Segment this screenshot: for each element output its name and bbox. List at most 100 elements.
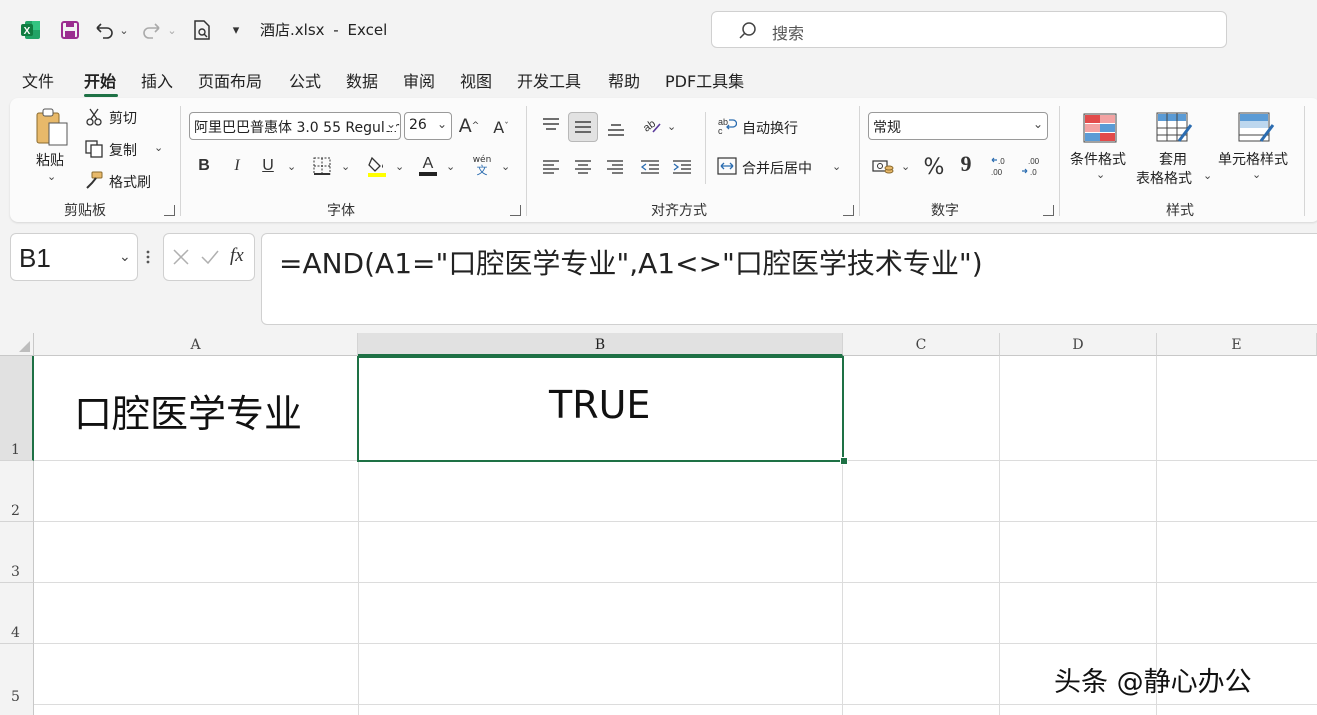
fill-color-icon[interactable] xyxy=(366,153,388,179)
font-name-select[interactable]: 阿里巴巴普惠体 3.0 55 Regular ⌄ xyxy=(189,112,401,140)
tab-pdf-tools[interactable]: PDF工具集 xyxy=(665,68,744,92)
column-header-c[interactable]: C xyxy=(843,333,1000,356)
align-right-icon[interactable] xyxy=(602,154,628,180)
font-dialog-launcher-icon[interactable] xyxy=(510,205,521,216)
merge-center-label[interactable]: 合并后居中 xyxy=(742,158,812,178)
select-all-button[interactable] xyxy=(0,333,34,356)
format-as-table-dropdown-icon[interactable]: ⌄ xyxy=(1203,169,1212,182)
column-header-e[interactable]: E xyxy=(1157,333,1317,356)
tab-formulas[interactable]: 公式 xyxy=(289,68,321,92)
phonetic-guide-icon[interactable]: wén 文 xyxy=(470,152,494,180)
align-center-icon[interactable] xyxy=(570,154,596,180)
undo-icon[interactable] xyxy=(92,16,116,44)
comma-style-button[interactable]: 9 xyxy=(955,150,977,178)
tab-review[interactable]: 审阅 xyxy=(403,68,435,92)
format-as-table-label-1[interactable]: 套用 xyxy=(1159,149,1187,169)
row-header-2[interactable]: 2 xyxy=(0,461,34,522)
formula-bar-grip-icon[interactable] xyxy=(146,248,150,266)
decrease-decimal-icon[interactable]: .00.0 xyxy=(1019,154,1047,180)
fill-handle[interactable] xyxy=(840,457,848,465)
copy-icon[interactable] xyxy=(84,139,104,159)
print-preview-icon[interactable] xyxy=(190,16,214,44)
fill-color-dropdown-icon[interactable]: ⌄ xyxy=(395,160,404,173)
cell-styles-label[interactable]: 单元格样式 xyxy=(1218,149,1288,169)
cell-a1[interactable]: 口腔医学专业 xyxy=(74,383,302,438)
copy-dropdown-icon[interactable]: ⌄ xyxy=(154,141,163,154)
cut-icon[interactable] xyxy=(84,107,104,127)
insert-function-icon[interactable]: fx xyxy=(230,245,244,267)
name-box-dropdown-icon[interactable]: ⌄ xyxy=(119,249,131,265)
orientation-dropdown-icon[interactable]: ⌄ xyxy=(667,120,676,133)
format-painter-icon[interactable] xyxy=(84,170,104,190)
paste-label[interactable]: 粘贴 xyxy=(36,150,64,170)
borders-icon[interactable] xyxy=(311,155,333,177)
formula-input[interactable]: =AND(A1="口腔医学专业",A1<>"口腔医学技术专业") xyxy=(261,233,1317,325)
align-bottom-icon[interactable] xyxy=(603,116,629,142)
tab-insert[interactable]: 插入 xyxy=(141,68,173,92)
column-header-d[interactable]: D xyxy=(1000,333,1157,356)
align-middle-icon[interactable] xyxy=(568,112,598,142)
font-size-select[interactable]: 26 ⌄ xyxy=(404,112,452,140)
phonetic-dropdown-icon[interactable]: ⌄ xyxy=(501,160,510,173)
number-dialog-launcher-icon[interactable] xyxy=(1043,205,1054,216)
undo-dropdown-icon[interactable]: ⌄ xyxy=(118,16,130,44)
name-box[interactable]: B1 ⌄ xyxy=(10,233,138,281)
cut-label[interactable]: 剪切 xyxy=(109,108,137,128)
copy-label[interactable]: 复制 xyxy=(109,140,137,160)
tab-data[interactable]: 数据 xyxy=(346,68,378,92)
confirm-entry-icon[interactable] xyxy=(200,248,220,270)
cell-styles-dropdown-icon[interactable]: ⌄ xyxy=(1252,168,1261,181)
font-color-icon[interactable]: A xyxy=(417,152,439,178)
shrink-font-icon[interactable]: Aˇ xyxy=(489,114,513,140)
italic-button[interactable]: I xyxy=(226,154,248,178)
merge-center-dropdown-icon[interactable]: ⌄ xyxy=(832,160,841,173)
format-painter-label[interactable]: 格式刷 xyxy=(109,172,151,192)
tab-view[interactable]: 视图 xyxy=(460,68,492,92)
conditional-formatting-dropdown-icon[interactable]: ⌄ xyxy=(1096,168,1105,181)
bold-button[interactable]: B xyxy=(193,154,215,178)
underline-dropdown-icon[interactable]: ⌄ xyxy=(287,160,296,173)
row-header-3[interactable]: 3 xyxy=(0,522,34,583)
tab-file[interactable]: 文件 xyxy=(22,68,54,92)
decrease-indent-icon[interactable] xyxy=(637,154,663,180)
align-top-icon[interactable] xyxy=(538,112,564,138)
cancel-entry-icon[interactable] xyxy=(172,248,190,270)
row-header-5[interactable]: 5 xyxy=(0,644,34,715)
save-icon[interactable] xyxy=(58,16,82,44)
grow-font-icon[interactable]: A ^ xyxy=(457,112,481,140)
font-color-dropdown-icon[interactable]: ⌄ xyxy=(446,160,455,173)
customize-quick-access-icon[interactable]: ▾ xyxy=(228,16,244,44)
column-header-b[interactable]: B xyxy=(358,333,843,356)
borders-dropdown-icon[interactable]: ⌄ xyxy=(341,160,350,173)
column-header-a[interactable]: A xyxy=(34,333,358,356)
increase-decimal-icon[interactable]: .0.00 xyxy=(988,154,1016,180)
merge-center-icon[interactable] xyxy=(716,154,738,178)
conditional-formatting-label[interactable]: 条件格式 xyxy=(1070,149,1126,169)
paste-dropdown-icon[interactable]: ⌄ xyxy=(47,170,56,183)
tab-home[interactable]: 开始 xyxy=(84,68,116,92)
wrap-text-icon[interactable]: ab c xyxy=(716,114,738,138)
wrap-text-label[interactable]: 自动换行 xyxy=(742,118,798,138)
underline-button[interactable]: U xyxy=(257,154,279,178)
clipboard-dialog-launcher-icon[interactable] xyxy=(164,205,175,216)
increase-indent-icon[interactable] xyxy=(669,154,695,180)
percent-style-button[interactable]: % xyxy=(921,153,947,181)
alignment-dialog-launcher-icon[interactable] xyxy=(843,205,854,216)
redo-dropdown-icon[interactable]: ⌄ xyxy=(166,16,178,44)
tab-page-layout[interactable]: 页面布局 xyxy=(198,68,262,92)
orientation-icon[interactable]: ab xyxy=(638,113,664,139)
format-as-table-icon[interactable] xyxy=(1154,109,1194,147)
format-as-table-label-2[interactable]: 表格格式 xyxy=(1136,168,1192,188)
paste-icon[interactable] xyxy=(32,106,72,150)
redo-icon[interactable] xyxy=(140,16,164,44)
row-header-4[interactable]: 4 xyxy=(0,583,34,644)
accounting-format-icon[interactable] xyxy=(870,154,896,180)
cell-styles-icon[interactable] xyxy=(1236,109,1276,147)
tab-help[interactable]: 帮助 xyxy=(608,68,640,92)
search-box[interactable]: 搜索 xyxy=(711,11,1227,48)
number-format-select[interactable]: 常规 ⌄ xyxy=(868,112,1048,140)
tab-developer[interactable]: 开发工具 xyxy=(517,68,581,92)
align-left-icon[interactable] xyxy=(538,154,564,180)
row-header-1[interactable]: 1 xyxy=(0,356,34,461)
conditional-formatting-icon[interactable] xyxy=(1080,109,1120,147)
